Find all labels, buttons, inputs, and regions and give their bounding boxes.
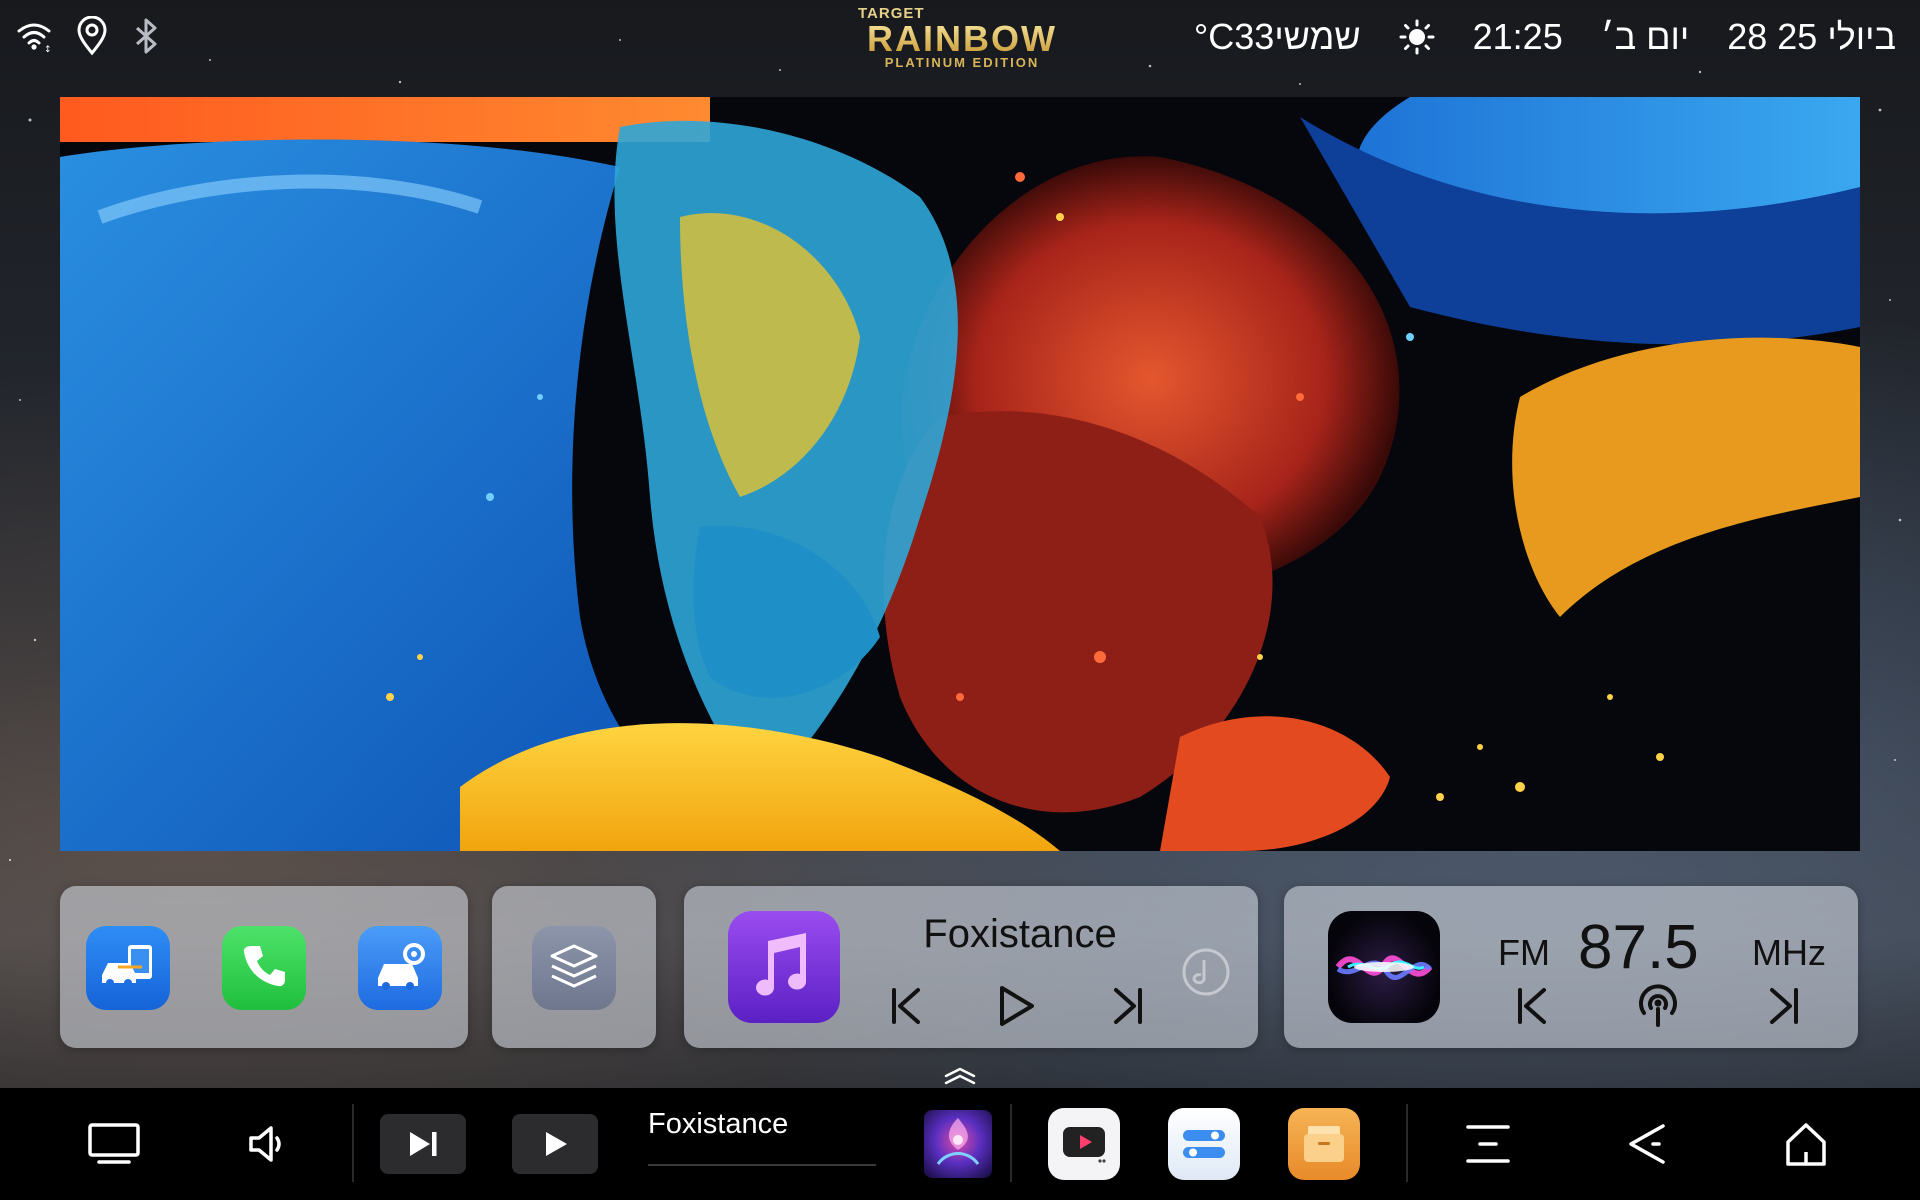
logo-line-2: RAINBOW xyxy=(854,21,1070,57)
dock-divider xyxy=(352,1104,354,1182)
file-manager-icon xyxy=(1304,1126,1344,1162)
sun-icon xyxy=(1399,19,1435,55)
dock-next-track-button[interactable] xyxy=(380,1114,466,1174)
video-player-icon xyxy=(1063,1127,1106,1163)
car-link-icon xyxy=(98,941,158,996)
radio-widget[interactable]: FM 87.5 MHz xyxy=(1284,886,1858,1048)
brand-logo: TARGET RAINBOW PLATINUM EDITION xyxy=(854,6,1070,72)
skip-forward-icon xyxy=(410,1132,437,1156)
radio-next-button[interactable] xyxy=(1758,980,1810,1032)
video-frame xyxy=(60,97,1860,851)
radio-frequency: 87.5 xyxy=(1578,913,1699,982)
video-player-app[interactable] xyxy=(1048,1108,1120,1180)
music-app-icon[interactable] xyxy=(728,911,840,1023)
layers-card xyxy=(492,886,656,1048)
play-icon xyxy=(1000,986,1034,1026)
phone-icon xyxy=(238,940,290,997)
car-settings-app[interactable] xyxy=(358,926,442,1010)
music-next-button[interactable] xyxy=(1102,980,1154,1032)
location-icon xyxy=(74,16,110,56)
podcast-icon xyxy=(1639,984,1677,1027)
music-previous-button[interactable] xyxy=(880,980,932,1032)
status-bar: ↕ TARGET RAINBOW PLATINUM EDITION °C33שמ… xyxy=(0,0,1920,96)
car-settings-icon xyxy=(372,940,428,997)
radio-app-icon[interactable] xyxy=(1328,911,1440,1023)
play-icon xyxy=(546,1132,567,1156)
file-manager-app[interactable] xyxy=(1288,1108,1360,1180)
status-icons: ↕ xyxy=(14,16,162,56)
menu-icon xyxy=(1466,1125,1510,1163)
back-button[interactable] xyxy=(1614,1110,1678,1178)
screen-icon xyxy=(88,1123,140,1164)
logo-line-3: PLATINUM EDITION xyxy=(884,55,1040,70)
app-shortcuts-card xyxy=(60,886,468,1048)
menu-button[interactable] xyxy=(1456,1110,1520,1178)
screen-button[interactable] xyxy=(82,1110,146,1178)
clock-time: 21:25 xyxy=(1472,16,1563,57)
next-icon xyxy=(1770,988,1798,1024)
dock-now-playing: Foxistance xyxy=(648,1108,789,1140)
volume-icon xyxy=(249,1126,281,1162)
car-link-app[interactable] xyxy=(86,926,170,1010)
dock-divider xyxy=(1010,1104,1012,1182)
home-icon xyxy=(1786,1123,1826,1166)
bottom-dock: Foxistance xyxy=(0,1088,1920,1200)
date-text: 28 ביולי 25 xyxy=(1727,16,1896,57)
previous-icon xyxy=(1518,988,1546,1024)
dock-divider xyxy=(1406,1104,1408,1182)
home-button[interactable] xyxy=(1774,1110,1838,1178)
next-icon xyxy=(1114,988,1142,1024)
wifi-icon: ↕ xyxy=(14,16,54,56)
album-art-thumbnail[interactable] xyxy=(924,1110,992,1178)
weekday-text: יום ב׳ xyxy=(1600,16,1690,57)
dock-progress-track xyxy=(648,1164,876,1166)
weather-text: °C33שמשי xyxy=(1193,16,1361,57)
phone-app[interactable] xyxy=(222,926,306,1010)
music-widget[interactable]: Foxistance xyxy=(684,886,1258,1048)
status-right: °C33שמשי 21:25 יום ב׳ 28 ביולי 25 xyxy=(1156,14,1896,60)
dock-play-button[interactable] xyxy=(512,1114,598,1174)
radio-band: FM xyxy=(1498,932,1550,973)
previous-icon xyxy=(892,988,920,1024)
radio-unit: MHz xyxy=(1752,932,1826,973)
toggles-icon xyxy=(1183,1130,1225,1158)
radio-scan-button[interactable] xyxy=(1632,980,1684,1032)
music-play-button[interactable] xyxy=(990,980,1042,1032)
back-icon xyxy=(1629,1124,1665,1164)
layers-icon xyxy=(546,940,602,997)
toggles-app[interactable] xyxy=(1168,1108,1240,1180)
volume-button[interactable] xyxy=(236,1110,300,1178)
music-title: Foxistance xyxy=(923,912,1117,956)
video-player[interactable] xyxy=(60,97,1860,851)
music-disc-icon xyxy=(1180,946,1232,1003)
svg-text:↕: ↕ xyxy=(44,45,52,55)
bluetooth-icon xyxy=(130,16,162,56)
radio-previous-button[interactable] xyxy=(1506,980,1558,1032)
layers-app[interactable] xyxy=(532,926,616,1010)
